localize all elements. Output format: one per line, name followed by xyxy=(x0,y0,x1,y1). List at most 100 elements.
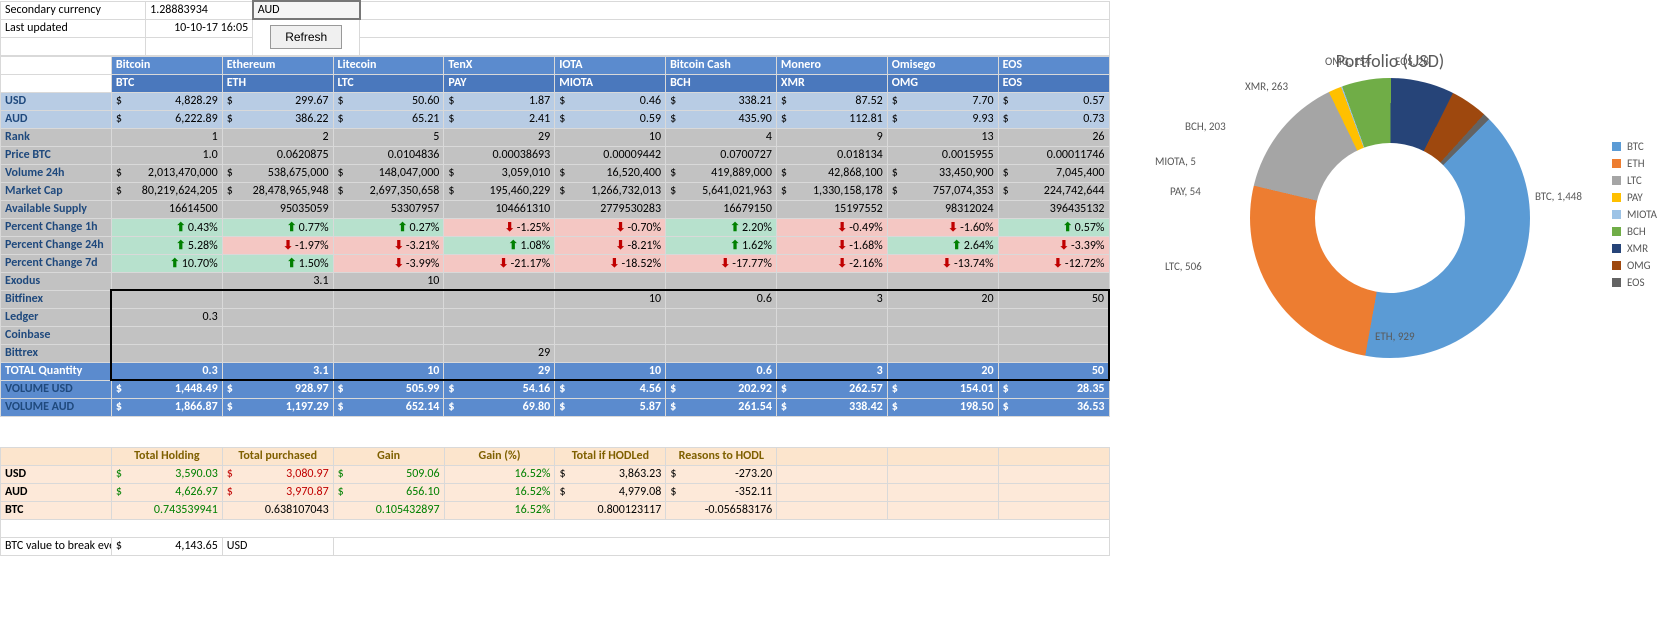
cell: 98312024 xyxy=(887,200,998,218)
coin-sym-BTC: BTC xyxy=(111,74,222,92)
coin-name-BCH: Bitcoin Cash xyxy=(666,56,777,74)
cell: $505.99 xyxy=(333,380,444,398)
sum-hodled: $3,863.23 xyxy=(555,465,666,483)
coin-name-MIOTA: IOTA xyxy=(555,56,666,74)
secondary-currency-code[interactable]: AUD xyxy=(253,1,360,19)
holding-cell[interactable]: 0.6 xyxy=(666,290,777,308)
cell: 0.00009442 xyxy=(555,146,666,164)
holding-cell[interactable] xyxy=(555,326,666,344)
holding-cell[interactable] xyxy=(222,290,333,308)
holding-cell[interactable]: 50 xyxy=(998,290,1109,308)
holding-cell[interactable]: 10 xyxy=(555,290,666,308)
cell: $338.42 xyxy=(776,398,887,416)
cell: $198.50 xyxy=(887,398,998,416)
sum-purchased: $3,970.87 xyxy=(222,483,333,501)
holding-cell[interactable] xyxy=(111,290,222,308)
chart-label-MIOTA: MIOTA, 5 xyxy=(1155,155,1196,168)
pct-cell: -1.60% xyxy=(887,218,998,236)
cell: $195,460,229 xyxy=(444,182,555,200)
cell: 20 xyxy=(887,362,998,380)
cell: $0.73 xyxy=(998,110,1109,128)
sum-gainpct: 16.52% xyxy=(444,483,555,501)
holding-cell[interactable] xyxy=(887,272,998,290)
row-label: Volume 24h xyxy=(1,164,112,182)
cell: 1.0 xyxy=(111,146,222,164)
pct-cell: 0.57% xyxy=(998,218,1109,236)
holding-cell[interactable] xyxy=(333,344,444,362)
holding-cell[interactable] xyxy=(111,326,222,344)
pct-cell: -3.39% xyxy=(998,236,1109,254)
sum-gain: $656.10 xyxy=(333,483,444,501)
holding-cell[interactable] xyxy=(222,308,333,326)
holding-cell[interactable] xyxy=(222,326,333,344)
refresh-button[interactable]: Refresh xyxy=(270,25,342,49)
cell: 396435132 xyxy=(998,200,1109,218)
cell: 26 xyxy=(998,128,1109,146)
row-label: Available Supply xyxy=(1,200,112,218)
pct-cell: 0.43% xyxy=(111,218,222,236)
cell: $419,889,000 xyxy=(666,164,777,182)
holding-cell[interactable]: 10 xyxy=(333,272,444,290)
holding-cell[interactable]: 29 xyxy=(444,344,555,362)
coin-sym-XMR: XMR xyxy=(776,74,887,92)
holding-cell[interactable] xyxy=(111,272,222,290)
holding-cell[interactable] xyxy=(666,344,777,362)
holding-cell[interactable] xyxy=(666,272,777,290)
sum-gain: $509.06 xyxy=(333,465,444,483)
holding-cell[interactable] xyxy=(444,290,555,308)
secondary-currency-value[interactable]: 1.28883934 xyxy=(146,1,253,19)
holding-cell[interactable] xyxy=(444,308,555,326)
holding-cell[interactable]: 3.1 xyxy=(222,272,333,290)
holding-cell[interactable] xyxy=(998,308,1109,326)
holding-cell[interactable] xyxy=(555,272,666,290)
holding-cell[interactable]: 0.3 xyxy=(111,308,222,326)
cell: $1,866.87 xyxy=(111,398,222,416)
cell: 0.6 xyxy=(666,362,777,380)
holding-cell[interactable] xyxy=(111,344,222,362)
cell: 29 xyxy=(444,128,555,146)
pct-cell: 2.64% xyxy=(887,236,998,254)
wallet-Coinbase: Coinbase xyxy=(1,326,112,344)
coin-sym-MIOTA: MIOTA xyxy=(555,74,666,92)
cell: $80,219,624,205 xyxy=(111,182,222,200)
holding-cell[interactable] xyxy=(776,272,887,290)
holding-cell[interactable] xyxy=(887,308,998,326)
holding-cell[interactable] xyxy=(444,272,555,290)
coin-name-EOS: EOS xyxy=(998,56,1109,74)
holding-cell[interactable] xyxy=(776,326,887,344)
sum-label: USD xyxy=(1,465,112,483)
holding-cell[interactable] xyxy=(333,326,444,344)
holding-cell[interactable] xyxy=(222,344,333,362)
cell: 9 xyxy=(776,128,887,146)
cell: 13 xyxy=(887,128,998,146)
holding-cell[interactable] xyxy=(776,344,887,362)
holding-cell[interactable] xyxy=(555,344,666,362)
holding-cell[interactable] xyxy=(666,308,777,326)
sum-gainpct: 16.52% xyxy=(444,465,555,483)
holding-cell[interactable]: 20 xyxy=(887,290,998,308)
holding-cell[interactable] xyxy=(776,308,887,326)
holding-cell[interactable] xyxy=(666,326,777,344)
cell: $6,222.89 xyxy=(111,110,222,128)
holding-cell[interactable] xyxy=(333,290,444,308)
holding-cell[interactable] xyxy=(887,344,998,362)
holding-cell[interactable] xyxy=(998,326,1109,344)
coin-name-OMG: Omisego xyxy=(887,56,998,74)
holding-cell[interactable] xyxy=(887,326,998,344)
holding-cell[interactable] xyxy=(555,308,666,326)
cell: $112.81 xyxy=(776,110,887,128)
legend-item-LTC: LTC xyxy=(1612,174,1657,187)
holding-cell[interactable] xyxy=(333,308,444,326)
coin-sym-OMG: OMG xyxy=(887,74,998,92)
holding-cell[interactable] xyxy=(998,344,1109,362)
cell: 2 xyxy=(222,128,333,146)
cell: 16679150 xyxy=(666,200,777,218)
holding-cell[interactable]: 3 xyxy=(776,290,887,308)
holding-cell[interactable] xyxy=(998,272,1109,290)
cell: 3.1 xyxy=(222,362,333,380)
cell: 0.00011746 xyxy=(998,146,1109,164)
cell: 5 xyxy=(333,128,444,146)
holding-cell[interactable] xyxy=(444,326,555,344)
cell: $7.70 xyxy=(887,92,998,110)
break-even-label: BTC value to break even xyxy=(1,537,112,555)
